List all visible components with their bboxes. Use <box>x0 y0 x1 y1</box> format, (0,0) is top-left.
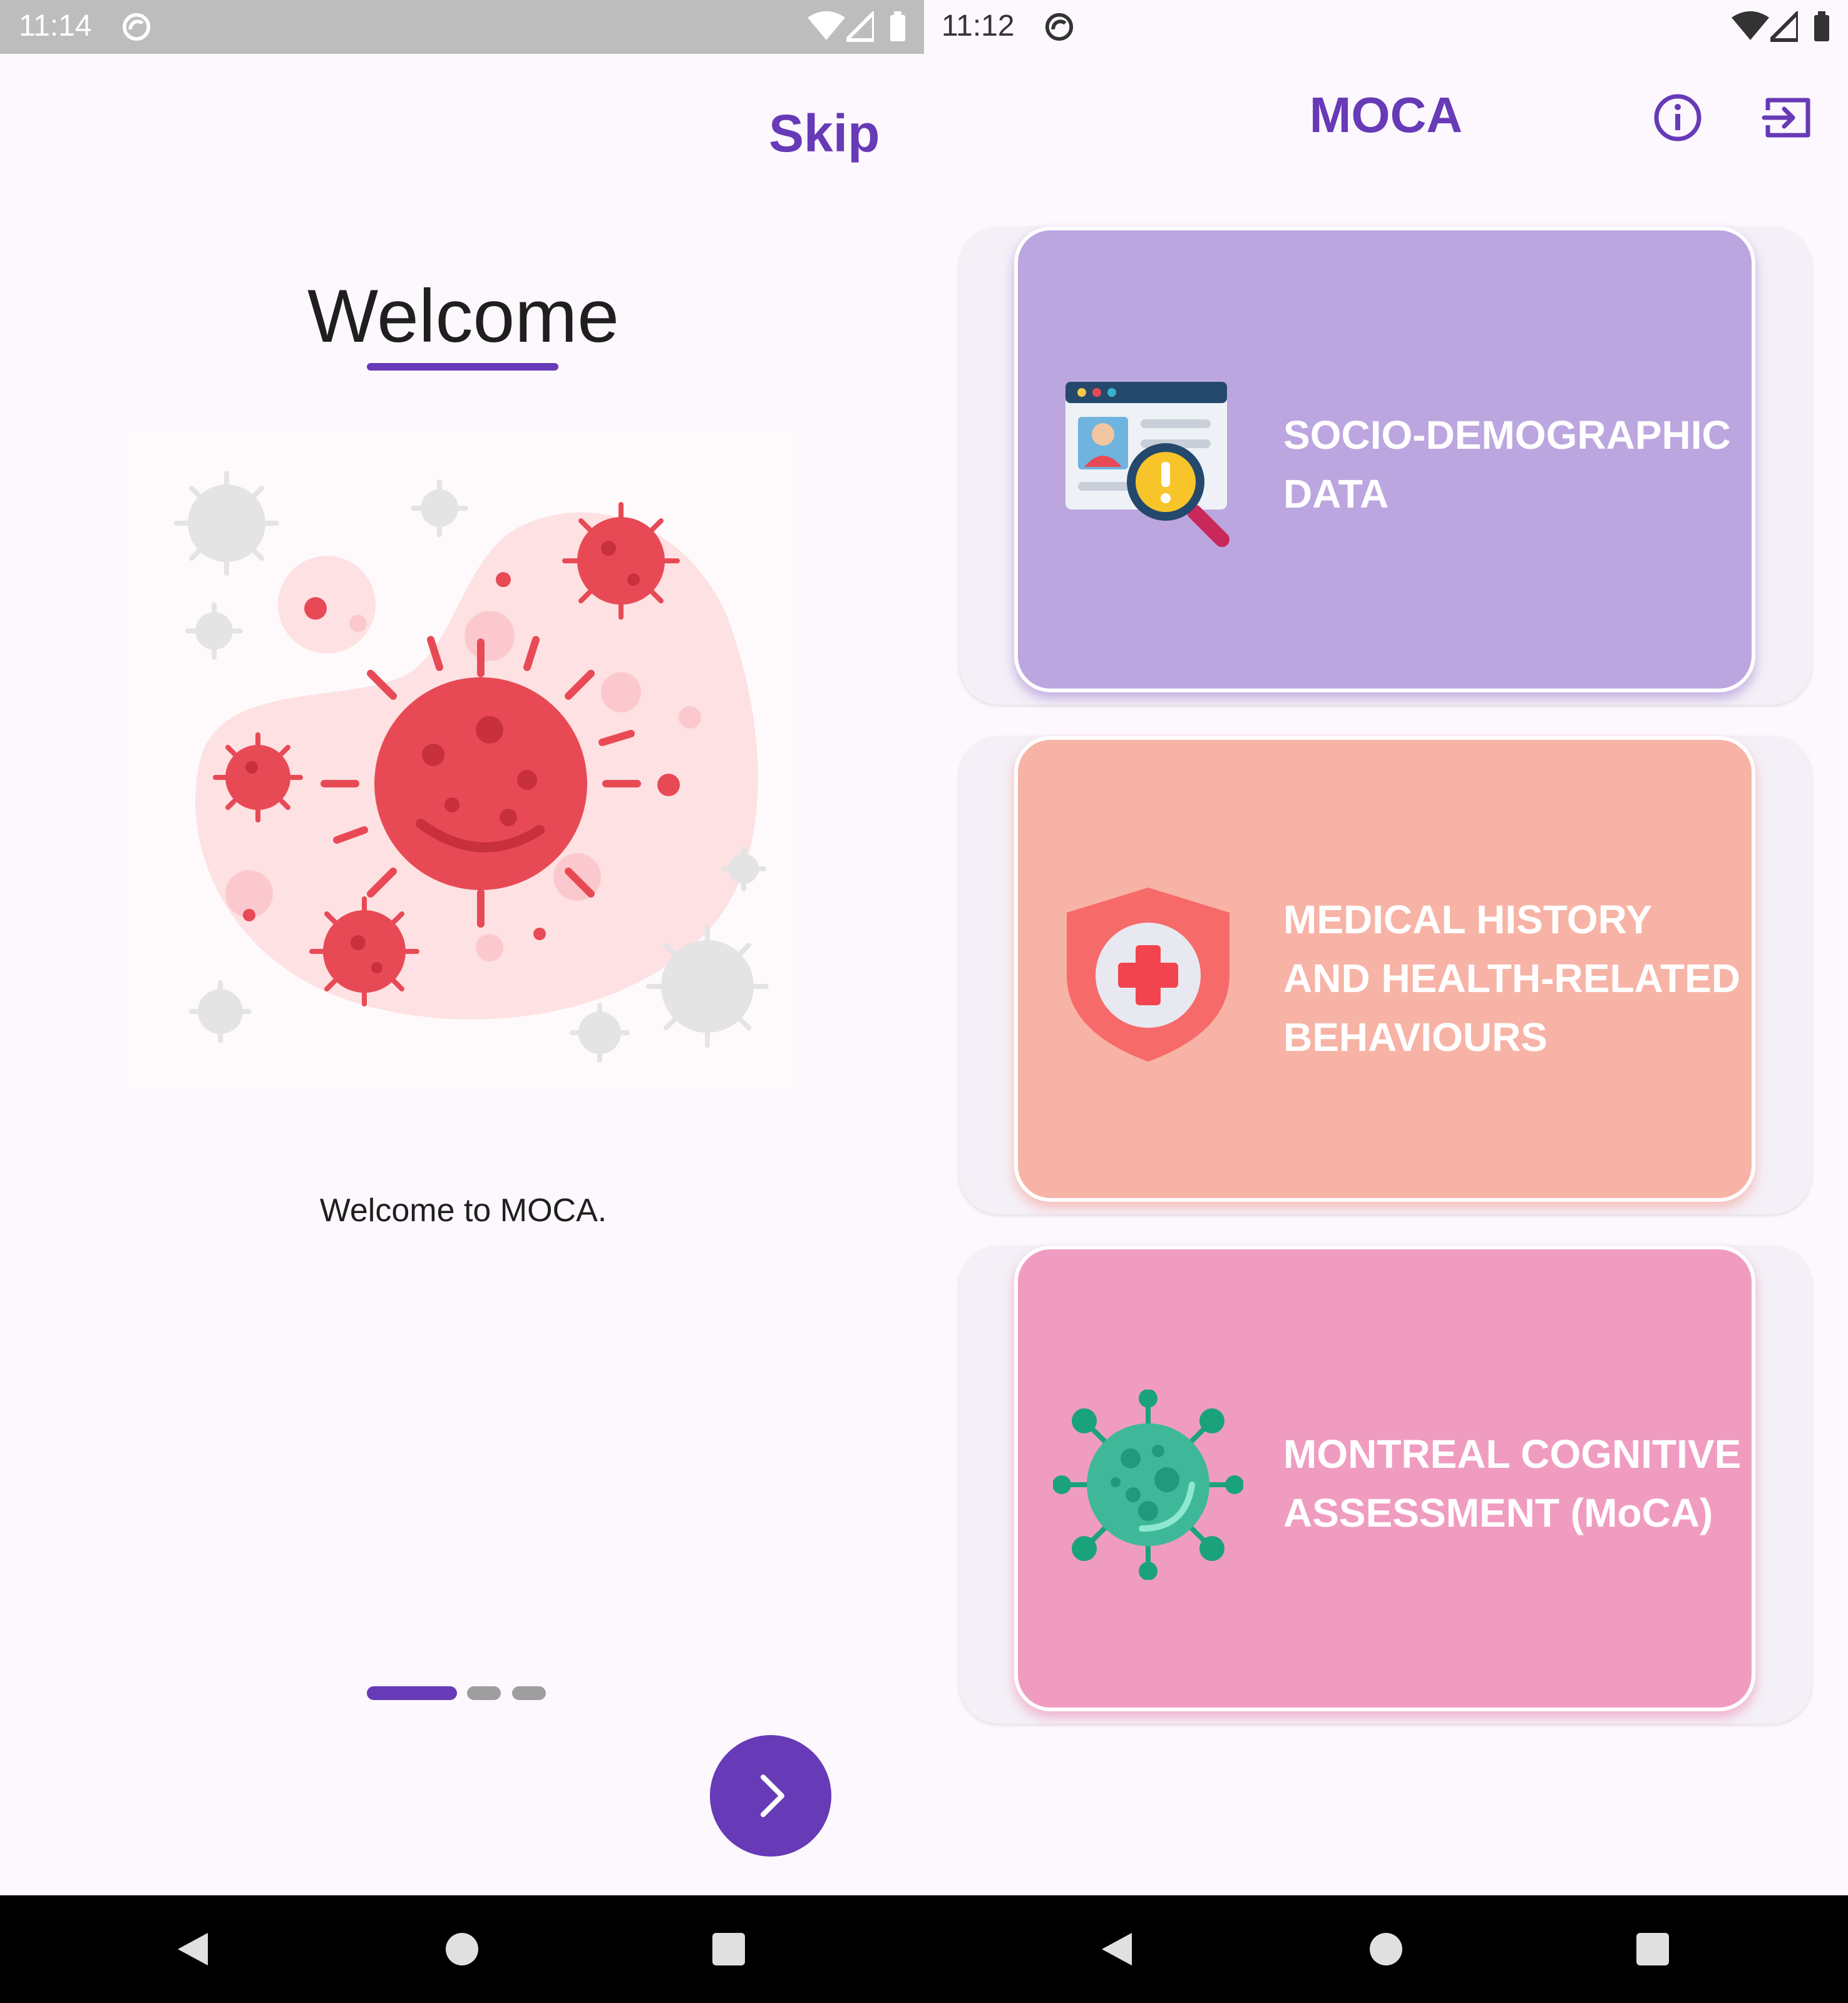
virus-illustration <box>126 429 795 1092</box>
home-icon[interactable] <box>1368 1932 1404 1967</box>
card-label: SOCIO-DEMOGRAPHIC DATA <box>1283 412 1731 516</box>
navigation-bar <box>0 1895 1848 2003</box>
battery-icon <box>1814 11 1829 41</box>
card-label: MEDICAL HISTORY AND HEALTH-RELATED BEHAV… <box>1283 897 1740 1060</box>
do-not-disturb-icon <box>1045 13 1074 41</box>
pager-dot-active <box>367 1686 457 1700</box>
back-icon[interactable] <box>175 1930 210 1968</box>
recents-icon[interactable] <box>711 1932 746 1967</box>
medical-history-card[interactable]: MEDICAL HISTORY AND HEALTH-RELATED BEHAV… <box>1014 736 1755 1202</box>
signal-icon <box>846 11 874 42</box>
info-icon[interactable] <box>1651 91 1704 144</box>
status-bar-left: 11:14 <box>0 0 924 54</box>
home-icon[interactable] <box>444 1932 480 1967</box>
do-not-disturb-icon <box>122 13 151 41</box>
next-button[interactable] <box>710 1735 831 1857</box>
status-time: 11:12 <box>942 9 1015 43</box>
wifi-icon <box>808 11 845 40</box>
card-label: MONTREAL COGNITIVE ASSESSMENT (MoCA) <box>1283 1432 1742 1535</box>
signal-icon <box>1770 11 1798 42</box>
pager-dot <box>512 1686 546 1700</box>
page-title: Welcome <box>307 274 619 358</box>
moca-assessment-card[interactable]: MONTREAL COGNITIVE ASSESSMENT (MoCA) <box>1014 1246 1755 1711</box>
chevron-right-icon <box>761 1775 784 1817</box>
medical-shield-icon <box>1067 888 1229 1062</box>
welcome-text: Welcome to MOCA. <box>319 1192 607 1229</box>
virus-icon <box>1053 1390 1243 1580</box>
socio-demographic-card[interactable]: SOCIO-DEMOGRAPHIC DATA <box>1014 227 1755 692</box>
pager-dot <box>467 1686 501 1700</box>
id-card-search-icon <box>1065 382 1229 547</box>
title-underline <box>367 363 558 371</box>
skip-button[interactable]: Skip <box>769 103 880 164</box>
back-icon[interactable] <box>1099 1930 1134 1968</box>
status-time: 11:14 <box>19 9 92 43</box>
recents-icon[interactable] <box>1635 1932 1670 1967</box>
logout-icon[interactable] <box>1762 91 1814 144</box>
status-bar-right: 11:12 <box>924 0 1848 54</box>
wifi-icon <box>1732 11 1769 40</box>
battery-icon <box>890 11 905 41</box>
app-title: MOCA <box>1309 87 1463 143</box>
